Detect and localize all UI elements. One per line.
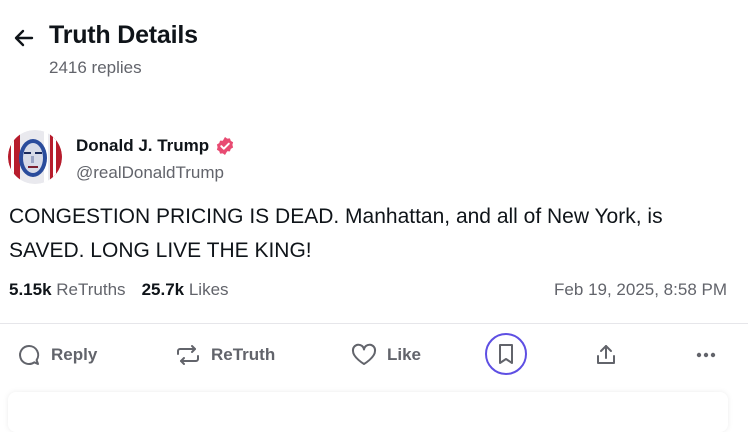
- reply-label: Reply: [51, 345, 98, 364]
- retruth-label: ReTruth: [211, 345, 276, 364]
- bookmark-button[interactable]: [485, 333, 527, 375]
- page-title: Truth Details: [49, 21, 198, 49]
- retruths-label: ReTruths: [56, 280, 126, 299]
- back-button[interactable]: [10, 24, 38, 52]
- post-text: CONGESTION PRICING IS DEAD. Manhattan, a…: [9, 205, 663, 262]
- arrow-left-icon: [14, 29, 34, 47]
- more-options-button[interactable]: [694, 332, 718, 378]
- avatar[interactable]: [8, 130, 62, 184]
- likes-stat[interactable]: 25.7k Likes: [142, 280, 229, 300]
- more-horizontal-icon: [696, 352, 716, 358]
- retruths-count: 5.15k: [9, 280, 52, 299]
- reply-icon: [19, 344, 40, 365]
- share-icon: [597, 345, 615, 364]
- author-name[interactable]: Donald J. Trump: [76, 136, 235, 156]
- retruths-stat[interactable]: 5.15k ReTruths: [9, 280, 126, 300]
- post-timestamp: Feb 19, 2025, 8:58 PM: [554, 280, 727, 299]
- replies-count: 2416 replies: [49, 58, 142, 77]
- likes-label: Likes: [188, 280, 229, 299]
- avatar-image: [8, 130, 62, 184]
- page-header: Truth Details 2416 replies: [0, 0, 748, 100]
- likes-count: 25.7k: [141, 280, 185, 299]
- retruth-button[interactable]: ReTruth: [175, 332, 275, 378]
- action-bar: Reply ReTruth Like: [0, 332, 748, 378]
- heart-icon: [351, 343, 377, 365]
- reply-card-preview: [8, 392, 728, 432]
- divider: [0, 323, 748, 324]
- author-handle[interactable]: @realDonaldTrump: [76, 163, 224, 183]
- like-label: Like: [387, 345, 422, 364]
- retruth-icon: [177, 345, 199, 365]
- reply-button[interactable]: Reply: [17, 332, 97, 378]
- like-button[interactable]: Like: [351, 332, 421, 378]
- author-name-text: Donald J. Trump: [76, 136, 210, 155]
- verified-badge-icon: [217, 137, 234, 155]
- bookmark-icon: [499, 344, 513, 364]
- post-stats: 5.15k ReTruths 25.7k Likes: [9, 280, 229, 300]
- share-button[interactable]: [594, 332, 618, 378]
